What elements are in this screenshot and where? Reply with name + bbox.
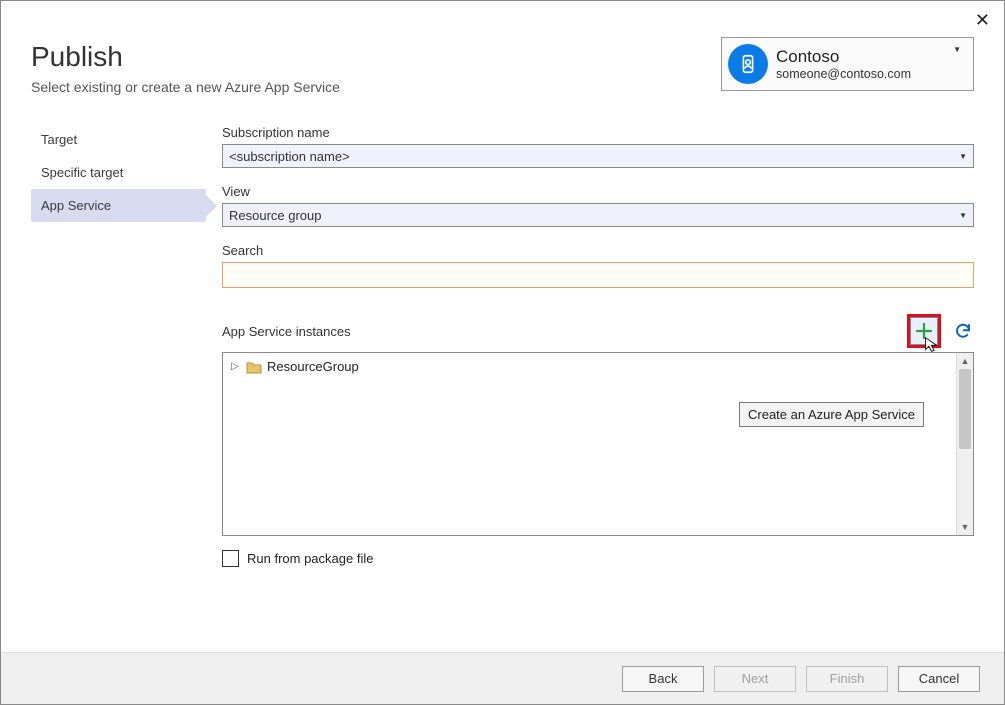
scroll-thumb[interactable] <box>959 369 971 449</box>
account-name: Contoso <box>776 46 951 67</box>
view-dropdown[interactable]: Resource group ▼ <box>222 203 974 227</box>
cancel-button[interactable]: Cancel <box>898 666 980 692</box>
folder-icon <box>246 360 262 374</box>
sidebar-item-label: Specific target <box>41 165 123 180</box>
run-from-package-label: Run from package file <box>247 551 373 566</box>
chevron-down-icon[interactable]: ▼ <box>951 46 963 54</box>
sidebar-item-label: App Service <box>41 198 111 213</box>
scroll-down-icon[interactable]: ▼ <box>961 519 970 535</box>
account-avatar-icon <box>728 44 768 84</box>
tree-expand-icon[interactable]: ▷ <box>229 361 241 372</box>
tree-label: ResourceGroup <box>267 359 359 374</box>
search-label: Search <box>222 243 974 258</box>
wizard-steps-sidebar: Target Specific target App Service <box>31 113 206 567</box>
instances-tree[interactable]: ▷ ResourceGroup ▲ ▼ <box>222 352 974 536</box>
chevron-down-icon: ▼ <box>959 211 967 220</box>
add-app-service-highlight <box>907 314 941 348</box>
subscription-dropdown[interactable]: <subscription name> ▼ <box>222 144 974 168</box>
sidebar-item-app-service[interactable]: App Service <box>31 189 206 222</box>
main-pane: Subscription name <subscription name> ▼ … <box>206 113 974 567</box>
run-from-package-checkbox[interactable]: Run from package file <box>222 550 974 567</box>
add-app-service-button[interactable] <box>910 317 938 345</box>
back-button[interactable]: Back <box>622 666 704 692</box>
sidebar-item-target[interactable]: Target <box>31 123 206 156</box>
account-email: someone@contoso.com <box>776 67 951 83</box>
subscription-value: <subscription name> <box>229 149 959 164</box>
header: Contoso someone@contoso.com ▼ Publish Se… <box>1 1 1004 95</box>
sidebar-item-specific-target[interactable]: Specific target <box>31 156 206 189</box>
view-value: Resource group <box>229 208 959 223</box>
footer: Back Next Finish Cancel <box>1 652 1004 704</box>
add-app-service-tooltip: Create an Azure App Service <box>739 402 924 427</box>
scrollbar[interactable]: ▲ ▼ <box>956 353 973 535</box>
sidebar-item-label: Target <box>41 132 77 147</box>
instances-label: App Service instances <box>222 324 907 339</box>
account-picker[interactable]: Contoso someone@contoso.com ▼ <box>721 37 974 91</box>
search-input[interactable] <box>222 262 974 288</box>
tree-row[interactable]: ▷ ResourceGroup <box>229 357 950 376</box>
view-label: View <box>222 184 974 199</box>
next-button: Next <box>714 666 796 692</box>
refresh-button[interactable] <box>952 320 974 342</box>
scroll-up-icon[interactable]: ▲ <box>961 353 970 369</box>
scroll-track[interactable] <box>957 369 973 519</box>
finish-button: Finish <box>806 666 888 692</box>
chevron-down-icon: ▼ <box>959 152 967 161</box>
subscription-label: Subscription name <box>222 125 974 140</box>
checkbox-box-icon[interactable] <box>222 550 239 567</box>
